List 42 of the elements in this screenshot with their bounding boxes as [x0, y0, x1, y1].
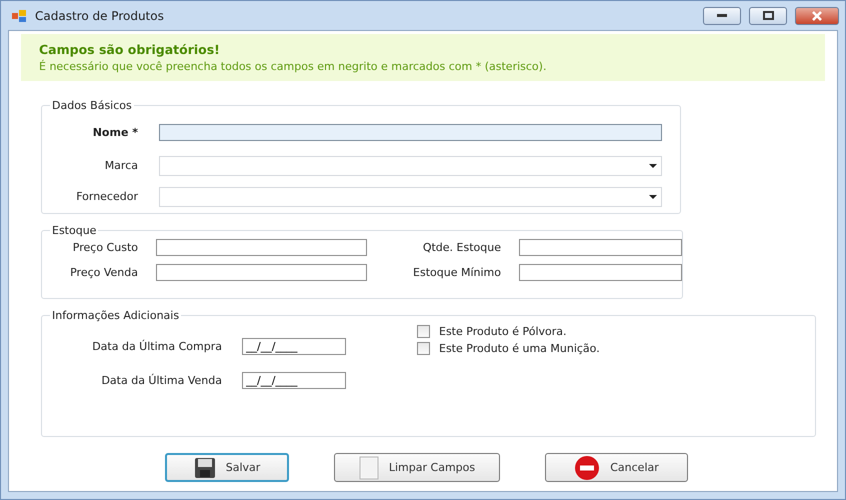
app-icon [11, 8, 27, 22]
checkbox[interactable] [417, 342, 430, 355]
field-label: Fornecedor [75, 190, 138, 203]
maximize-icon [762, 11, 774, 20]
field-label: Preço Custo [72, 241, 138, 254]
field-label: Nome * [92, 126, 138, 138]
banner-message: É necessário que você preencha todos os campos em negrito e marcados com * (asterisco). [39, 60, 548, 73]
minimize-button[interactable] [703, 6, 741, 24]
action-button[interactable]: Limpar Campos [334, 453, 500, 482]
close-icon [812, 10, 822, 20]
field-label: Marca [104, 159, 138, 172]
group-title: Informações Adicionais [51, 309, 180, 322]
name-input[interactable] [159, 124, 662, 140]
text-input[interactable] [156, 239, 367, 256]
date-input[interactable]: __/__/____ [242, 372, 346, 389]
field-label: Estoque Mínimo [412, 266, 501, 279]
maximize-button[interactable] [749, 6, 787, 24]
field-label: Data da Última Compra [91, 340, 222, 353]
dropdown-field[interactable] [159, 156, 662, 176]
group-title: Estoque [51, 224, 98, 237]
close-button[interactable] [795, 6, 839, 24]
minimize-icon [717, 14, 727, 17]
checkbox-label: Este Produto é uma Munição. [439, 342, 600, 355]
dropdown-field[interactable] [159, 186, 662, 206]
text-input[interactable] [156, 264, 367, 281]
cancel-icon [574, 454, 600, 480]
dropdown-arrow-icon [649, 164, 657, 168]
checkbox-label: Este Produto é Pólvora. [439, 325, 566, 338]
dropdown-arrow-icon [649, 194, 657, 198]
field-label: Preço Venda [69, 266, 138, 279]
window-title: Cadastro de Produtos [35, 8, 165, 22]
date-input[interactable]: __/__/____ [242, 338, 346, 355]
blank-page-icon [358, 456, 379, 480]
text-input[interactable] [519, 264, 682, 281]
banner-title: Campos são obrigatórios! [39, 42, 221, 57]
group-title: Dados Básicos [51, 99, 133, 112]
checkbox[interactable] [417, 325, 430, 338]
field-label: Qtde. Estoque [422, 241, 501, 254]
action-button[interactable]: Cancelar [545, 453, 688, 482]
text-input[interactable] [519, 239, 682, 256]
field-label: Data da Última Venda [100, 374, 222, 387]
action-button[interactable]: Salvar [165, 453, 289, 482]
